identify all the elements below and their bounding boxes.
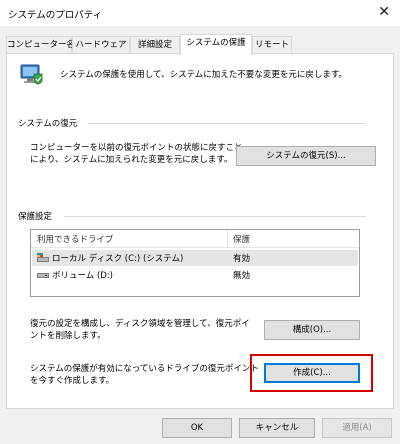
ok-button[interactable]: OK [162,418,232,438]
restore-description-line2: により、システムに加えられた変更を元に戻します。 [30,155,233,165]
column-separator[interactable] [227,230,228,247]
tab-computer-name[interactable]: コンピューター名 [6,36,75,54]
table-row[interactable]: ローカル ディスク (C:) (システム) 有効 [32,250,358,266]
drives-table[interactable]: 利用できるドライブ 保護 ローカル ディスク (C:) (システム) 有効 ボリ… [30,229,360,297]
dialog-footer: OK キャンセル 適用(A) [0,410,400,444]
column-header-drives[interactable]: 利用できるドライブ [37,233,113,245]
configure-button[interactable]: 構成(O)... [264,320,360,340]
column-header-protection[interactable]: 保護 [233,233,250,245]
title-bar: システムのプロパティ ✕ [0,0,400,26]
restore-section-divider [88,123,366,124]
apply-button[interactable]: 適用(A) [322,418,392,438]
create-description-line2: を今すぐ作成します。 [30,376,115,386]
tab-remote[interactable]: リモート [252,36,292,54]
cancel-button[interactable]: キャンセル [239,418,315,438]
create-description-line1: システムの保護が有効になっているドライブの復元ポイント [30,364,259,374]
system-protection-shield-icon [18,62,44,88]
configure-description-line2: ントを削除します。 [30,331,106,341]
tab-hardware[interactable]: ハードウェア [72,36,130,54]
restore-section-label: システムの復元 [18,119,78,129]
table-row[interactable]: ボリューム (D:) 無効 [32,267,358,283]
intro-description: システムの保護を使用して、システムに加えた不要な変更を元に戻します。 [60,70,347,80]
restore-description-line1: コンピューターを以前の復元ポイントの状態に戻すこと [30,143,243,153]
close-icon[interactable]: ✕ [378,4,390,20]
drive-name: ボリューム (D:) [52,271,113,281]
table-header: 利用できるドライブ 保護 [31,230,359,248]
protection-section-label: 保護設定 [18,212,53,222]
system-drive-icon [37,253,49,263]
tab-advanced[interactable]: 詳細設定 [130,36,180,54]
create-button[interactable]: 作成(C)... [264,363,360,383]
drive-icon [37,270,49,280]
window-title: システムのプロパティ [8,10,103,21]
protection-section-divider [64,216,366,217]
tab-system-protection[interactable]: システムの保護 [180,34,252,55]
drive-name: ローカル ディスク (C:) (システム) [52,254,184,264]
drive-protection-status: 有効 [233,254,251,264]
configure-description-line1: 復元の設定を構成し、ディスク領域を管理して、復元ポイ [30,319,250,329]
system-restore-button[interactable]: システムの復元(S)... [236,146,376,166]
drive-protection-status: 無効 [233,271,251,281]
